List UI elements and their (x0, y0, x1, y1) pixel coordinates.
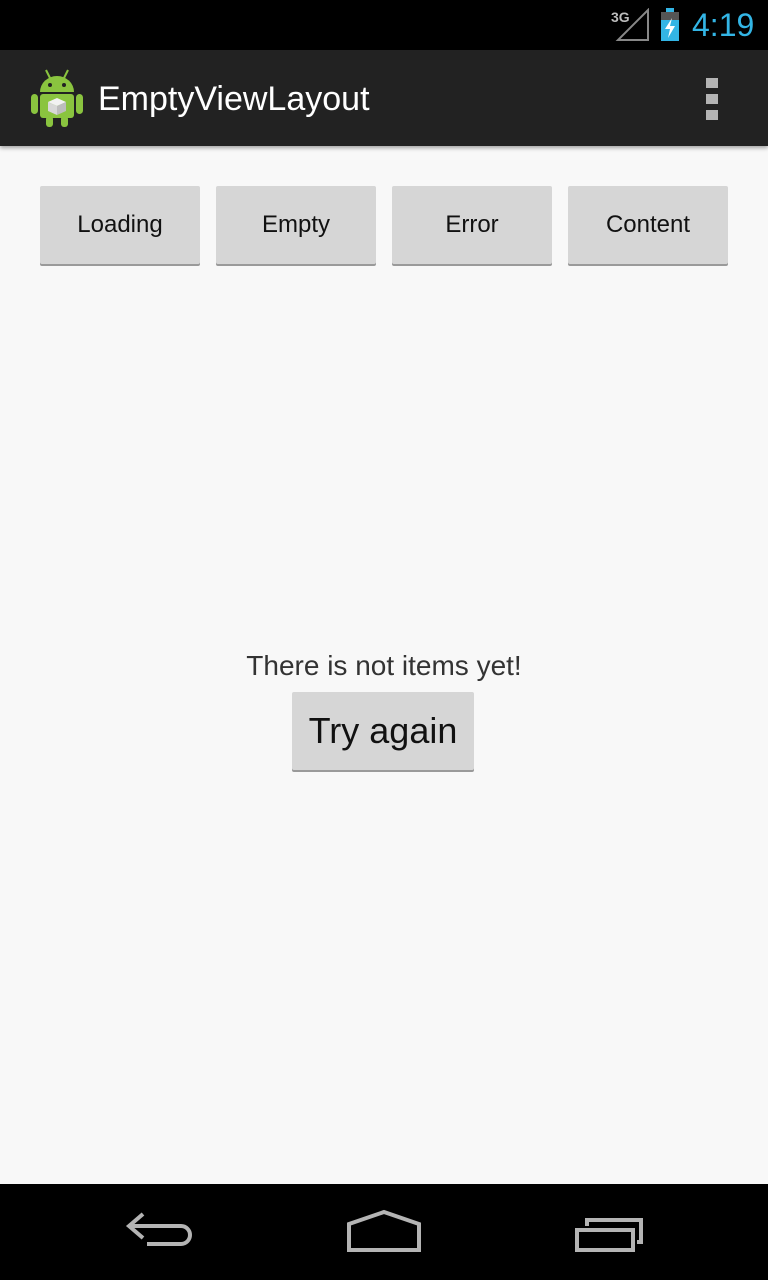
loading-button[interactable]: Loading (40, 186, 200, 264)
navigation-bar (0, 1184, 768, 1280)
recent-apps-icon[interactable] (555, 1202, 665, 1262)
clock: 4:19 (692, 7, 755, 43)
action-bar: EmptyViewLayout (0, 50, 768, 146)
app-title: EmptyViewLayout (98, 80, 370, 118)
content-button[interactable]: Content (568, 186, 728, 264)
network-type-label: 3G (611, 9, 630, 25)
battery-charging-icon (661, 8, 679, 41)
back-icon[interactable] (105, 1202, 215, 1262)
empty-button[interactable]: Empty (216, 186, 376, 264)
home-icon[interactable] (329, 1202, 439, 1262)
status-bar: 3G 4:19 (0, 0, 768, 50)
overflow-menu-icon[interactable] (690, 74, 734, 124)
empty-state-message: There is not items yet! (246, 650, 522, 681)
android-app-icon[interactable] (28, 68, 86, 128)
try-again-button[interactable]: Try again (292, 692, 474, 770)
error-button[interactable]: Error (392, 186, 552, 264)
